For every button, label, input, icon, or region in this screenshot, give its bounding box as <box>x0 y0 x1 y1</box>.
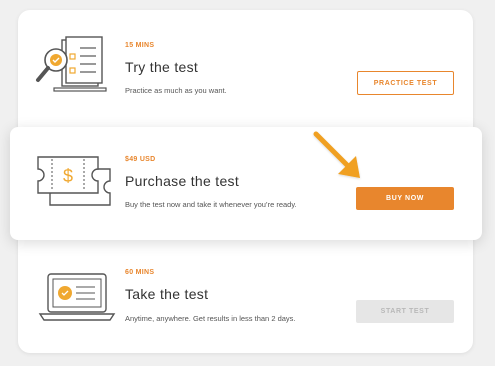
step-title: Try the test <box>125 59 199 75</box>
step-description: Anytime, anywhere. Get results in less t… <box>125 314 296 323</box>
step-try-test: 15 MINS Try the test Practice as much as… <box>18 10 473 120</box>
step-description: Buy the test now and take it whenever yo… <box>125 200 297 209</box>
magnifier-document-icon <box>36 36 107 92</box>
laptop-test-icon <box>38 273 116 321</box>
step-title: Purchase the test <box>125 173 240 189</box>
step-title: Take the test <box>125 286 209 302</box>
step-take-test: 60 MINS Take the test Anytime, anywhere.… <box>18 244 473 353</box>
duration-label: 60 MINS <box>125 269 155 276</box>
duration-label: 15 MINS <box>125 42 155 49</box>
practice-test-button[interactable]: PRACTICE TEST <box>357 71 454 95</box>
step-purchase-test: $ $49 USD Purchase the test Buy the test… <box>10 127 482 240</box>
start-test-button: START TEST <box>356 300 454 323</box>
dollar-ticket-icon: $ <box>37 156 111 206</box>
price-label: $49 USD <box>125 156 156 163</box>
step-description: Practice as much as you want. <box>125 86 227 95</box>
buy-now-button[interactable]: BUY NOW <box>356 187 454 210</box>
arrow-pointer-icon <box>313 131 360 178</box>
svg-text:$: $ <box>63 166 73 186</box>
